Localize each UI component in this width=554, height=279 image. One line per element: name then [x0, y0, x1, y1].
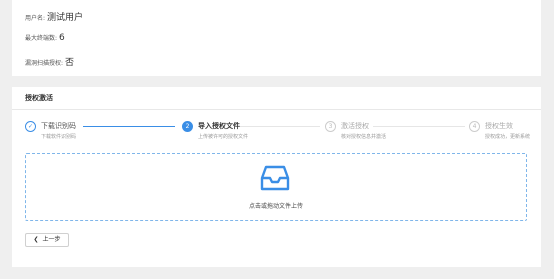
step-desc: 下载软件识别码	[41, 134, 77, 140]
step-connector-3	[373, 126, 465, 127]
username-label: 用户名:	[25, 15, 46, 22]
step-title: 导入授权文件	[198, 122, 240, 130]
prev-step-button[interactable]: ❮ 上一步	[25, 233, 69, 247]
step-desc: 授权成功，更新系统	[485, 134, 531, 140]
leak-scan-row: 漏洞扫描授权: 否	[25, 55, 74, 68]
step-title: 下载识别码	[41, 122, 76, 130]
step-title: 授权生效	[485, 122, 513, 130]
step-connector-2	[238, 126, 320, 127]
check-icon: ✓	[25, 121, 36, 132]
username-row: 用户名: 测试用户	[25, 10, 83, 23]
steps: ✓ 下载识别码 下载软件识别码 2 导入授权文件 上传被许可的授权文件 3 激活…	[25, 121, 530, 141]
max-terminals-value: 6	[59, 33, 65, 43]
step-connector-1	[83, 126, 175, 127]
activation-card: 授权激活 ✓ 下载识别码 下载软件识别码 2 导入授权文件 上传被许可的授权文件…	[12, 87, 541, 267]
chevron-left-icon: ❮	[33, 236, 39, 243]
step-number: 3	[325, 121, 336, 132]
prev-step-label: 上一步	[42, 236, 61, 243]
username-value: 测试用户	[47, 13, 84, 23]
max-terminals-label: 最大终端数:	[25, 35, 58, 42]
leak-scan-label: 漏洞扫描授权:	[25, 60, 64, 67]
inbox-icon	[260, 165, 290, 191]
upload-hint: 点击或拖动文件上传	[248, 203, 303, 210]
max-terminals-row: 最大终端数: 6	[25, 33, 65, 43]
step-number: 4	[469, 121, 480, 132]
leak-scan-value: 否	[65, 58, 75, 68]
step-title: 激活授权	[341, 122, 369, 130]
info-card: 用户名: 测试用户 最大终端数: 6 漏洞扫描授权: 否	[12, 0, 541, 76]
step-desc: 核对授权信息并激活	[341, 134, 387, 140]
upload-dropzone[interactable]: 点击或拖动文件上传	[25, 153, 527, 221]
step-desc: 上传被许可的授权文件	[198, 134, 249, 140]
step-number: 2	[182, 121, 193, 132]
card-title: 授权激活	[12, 87, 541, 110]
